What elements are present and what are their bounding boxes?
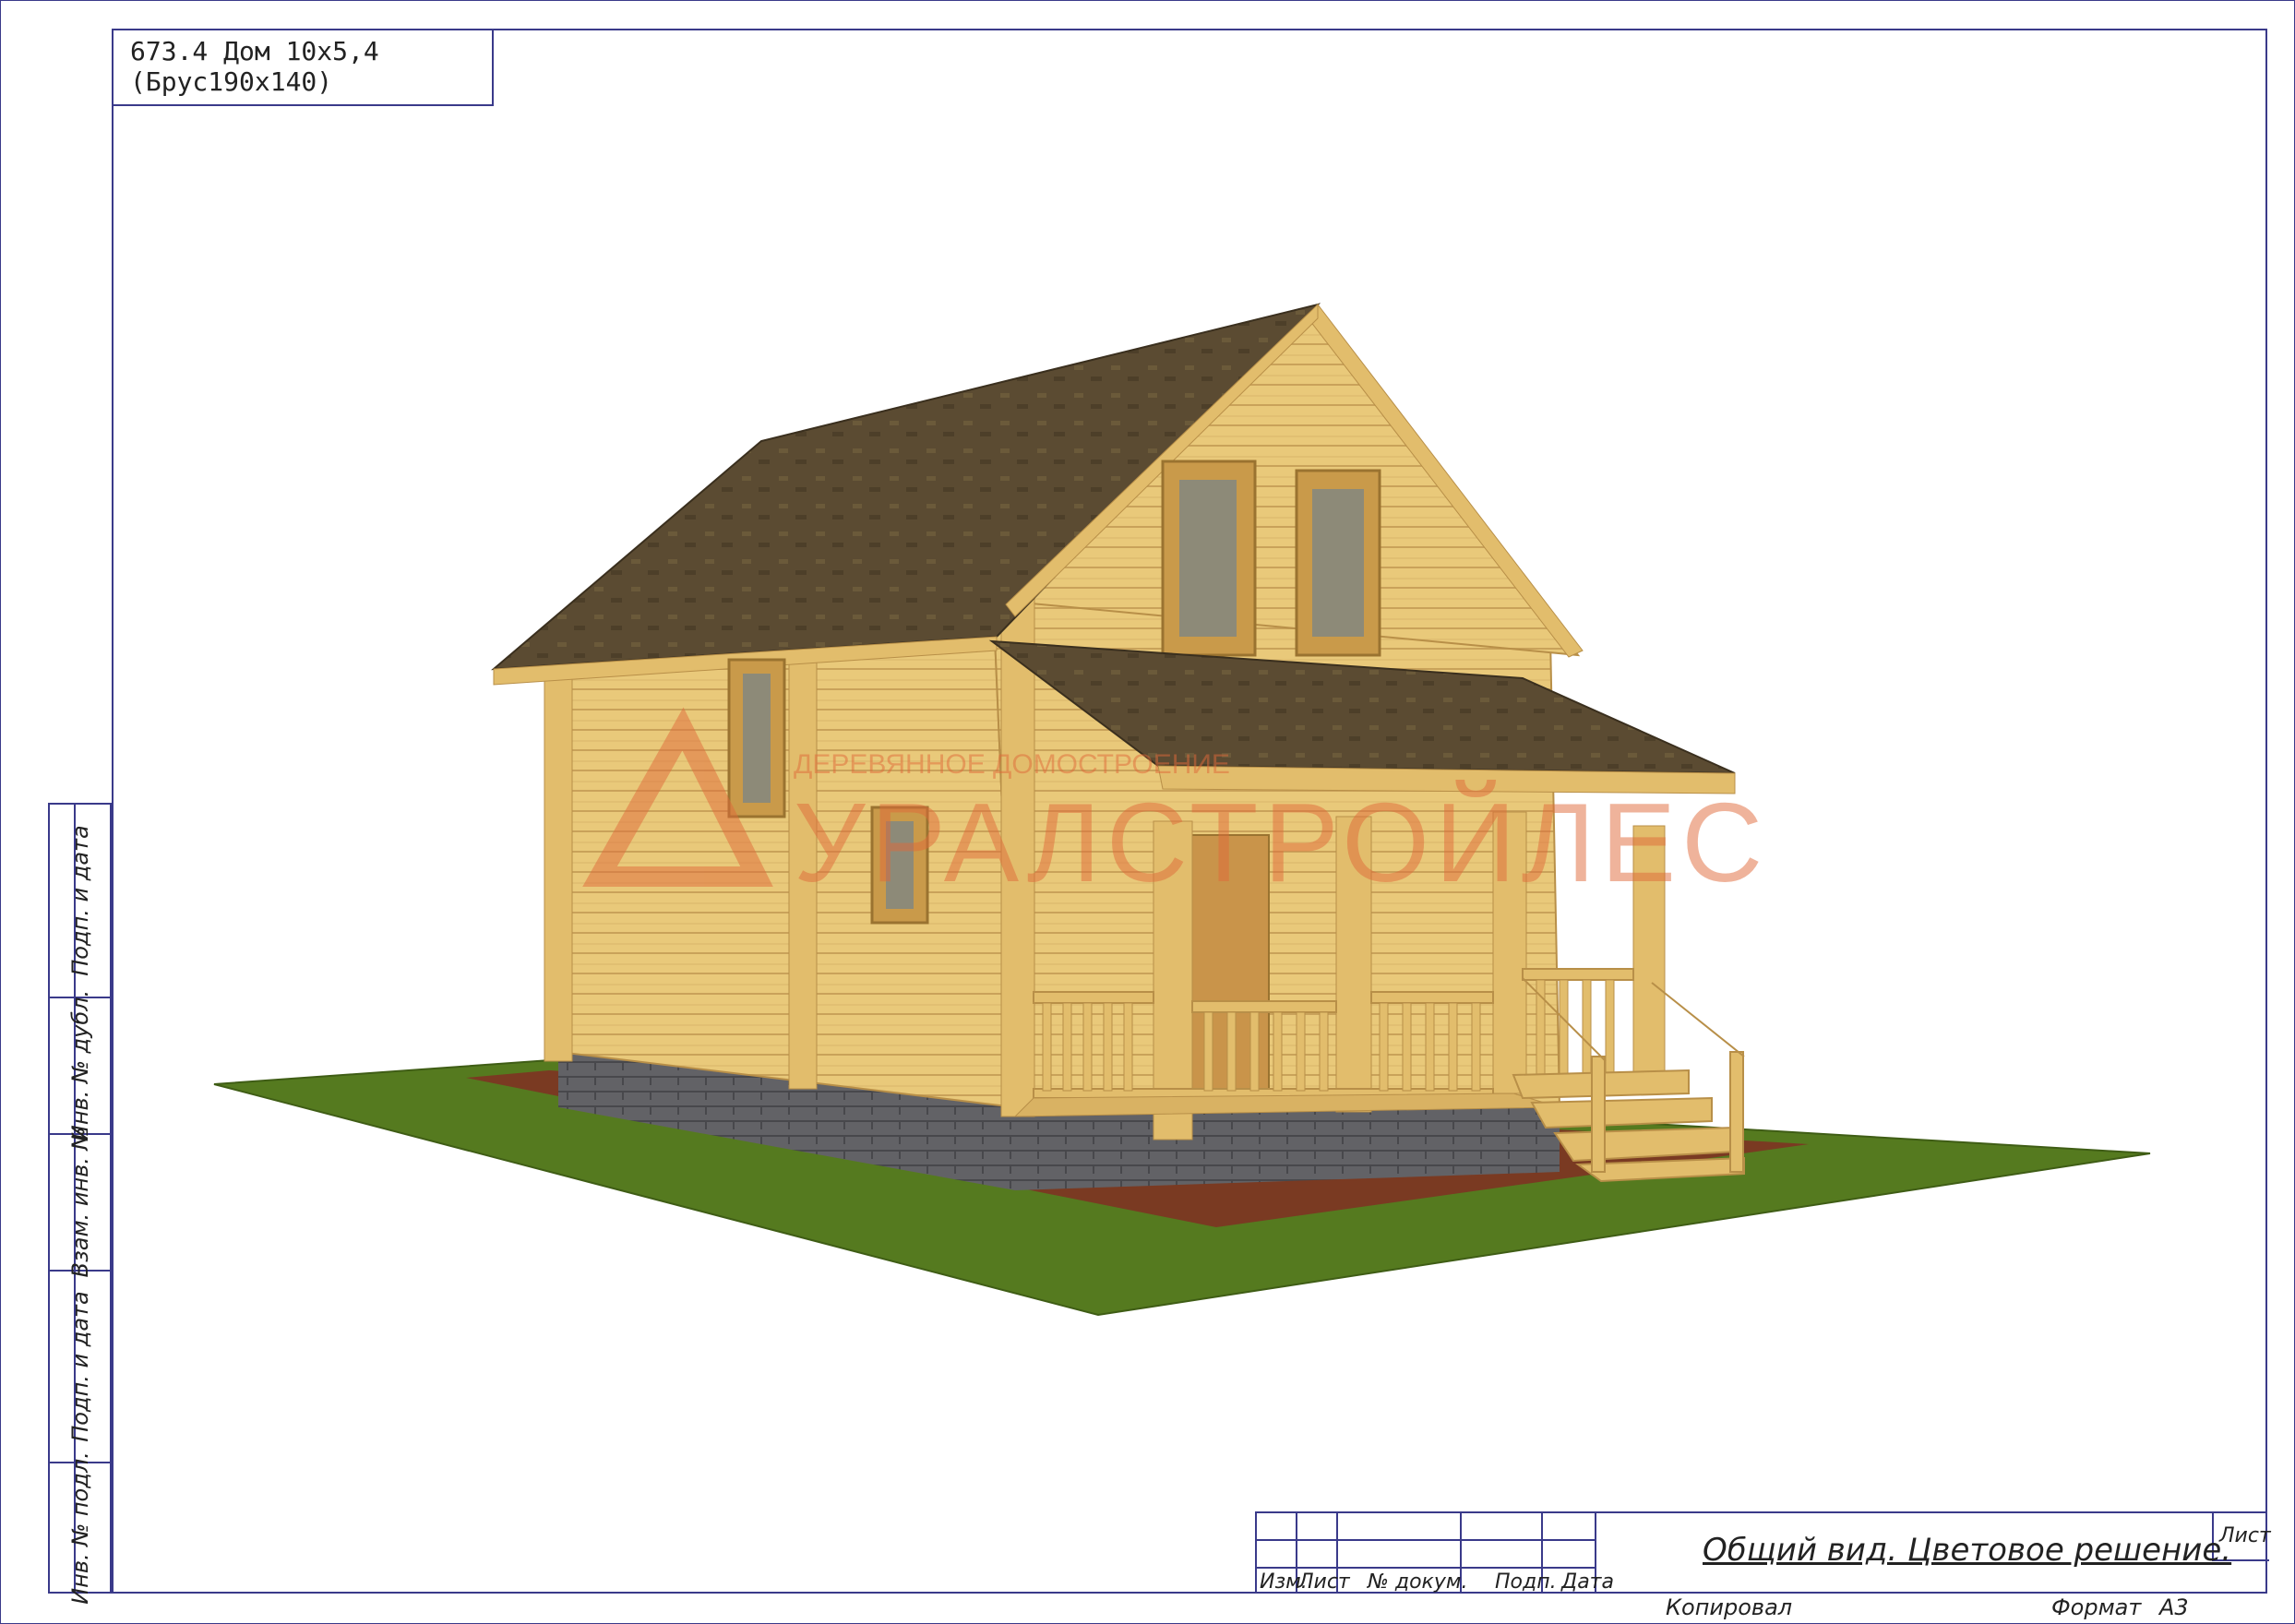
- title-block: Изм. Лист № докум. Подп. Дата Общий вид.…: [1255, 1511, 2271, 1594]
- col-doc-no: № докум.: [1368, 1570, 1468, 1594]
- format-value: А3: [2159, 1594, 2189, 1620]
- side-cell-sign-date: Подп. и дата: [50, 805, 110, 998]
- side-cell-dup-inv: Инв. № дубл.: [50, 990, 110, 1141]
- side-cell-orig-inv: Инв. № подл.: [66, 1451, 93, 1605]
- copied-label: Копировал: [1666, 1594, 1793, 1620]
- col-date: Дата: [1561, 1570, 1614, 1594]
- side-cell-sign-date-2: Подп. и дата: [50, 1272, 110, 1463]
- watermark-brand: УРАЛСТРОЙЛЕС: [794, 779, 1768, 905]
- side-stamp: Подп. и дата Инв. № дубл. Взам. инв. № П…: [48, 803, 112, 1605]
- project-title: 673.4 Дом 10х5,4 (Брус190х140): [130, 36, 379, 97]
- col-sign: Подп.: [1495, 1570, 1557, 1594]
- house-rendering: УРАЛСТРОЙЛЕС ДЕРЕВЯННОЕ ДОМОСТРОЕНИЕ: [213, 303, 2151, 1317]
- side-cell-repl-inv: Взам. инв. №: [50, 1128, 110, 1277]
- watermark-tagline: ДЕРЕВЯННОЕ ДОМОСТРОЕНИЕ: [794, 749, 1230, 780]
- sheet-label: Лист: [2219, 1524, 2271, 1547]
- format-label: Формат: [2051, 1594, 2142, 1620]
- project-title-box: 673.4 Дом 10х5,4 (Брус190х140): [112, 29, 494, 106]
- col-list: Лист: [1298, 1570, 1350, 1594]
- sheet-title: Общий вид. Цветовое решение.: [1703, 1532, 2232, 1569]
